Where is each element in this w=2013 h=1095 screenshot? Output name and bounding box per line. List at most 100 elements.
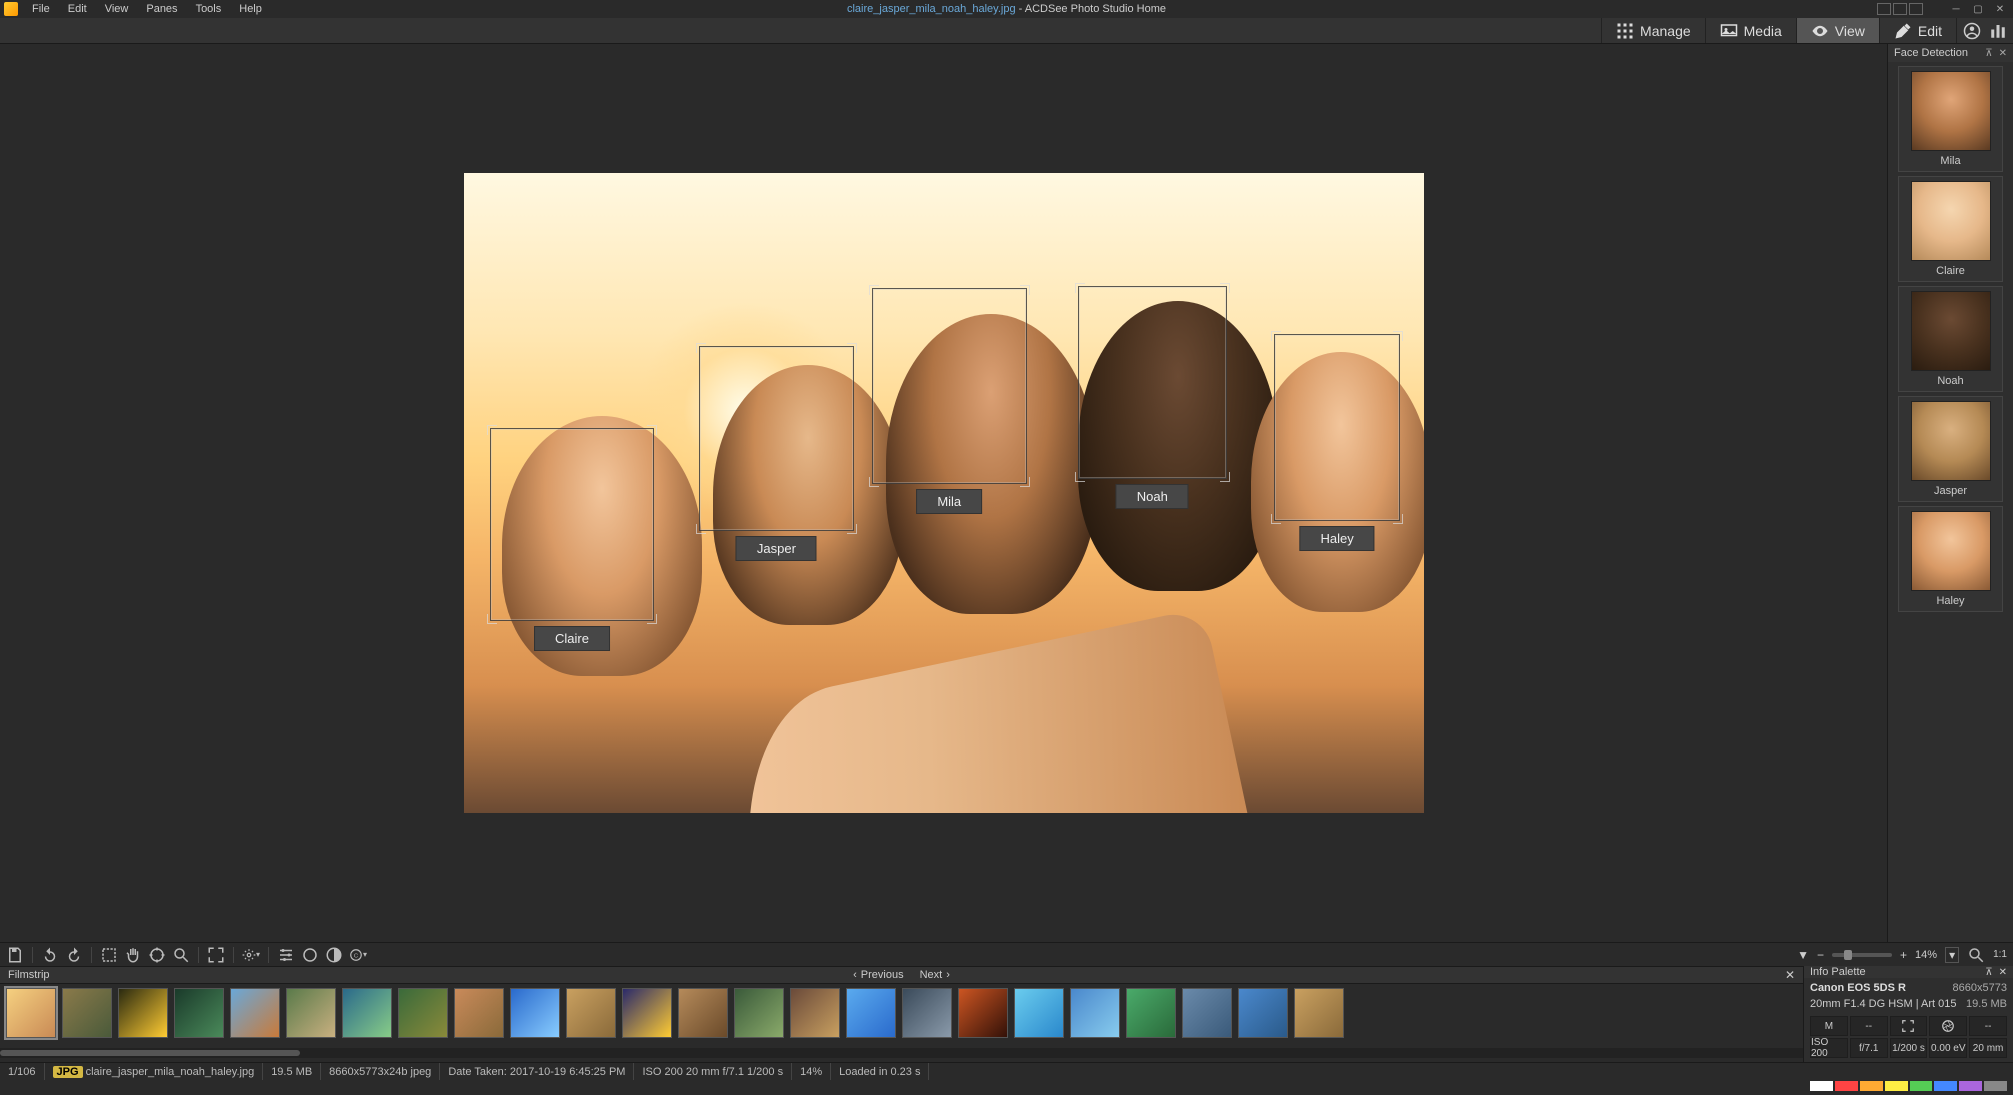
filmstrip-thumb[interactable] bbox=[118, 988, 168, 1038]
scrollbar-thumb[interactable] bbox=[0, 1050, 300, 1056]
target-icon[interactable] bbox=[148, 946, 166, 964]
menu-help[interactable]: Help bbox=[231, 1, 270, 17]
face-name-label[interactable]: Claire bbox=[534, 626, 610, 651]
panel-pin-icon[interactable]: ⊼ bbox=[1985, 967, 1992, 978]
face-name-label[interactable]: Jasper bbox=[736, 536, 817, 561]
filmstrip-thumb[interactable] bbox=[286, 988, 336, 1038]
face-box[interactable]: Haley bbox=[1274, 334, 1401, 521]
face-thumb[interactable]: Jasper bbox=[1898, 396, 2003, 502]
filmstrip-thumb[interactable] bbox=[510, 988, 560, 1038]
gear-icon[interactable]: ▾ bbox=[242, 946, 260, 964]
face-name-label[interactable]: Noah bbox=[1116, 484, 1189, 509]
color-swatch[interactable] bbox=[1835, 1081, 1858, 1091]
filmstrip-thumb[interactable] bbox=[1294, 988, 1344, 1038]
filmstrip-next-button[interactable]: Next › bbox=[920, 969, 950, 981]
zoom-fit-icon[interactable] bbox=[1967, 946, 1985, 964]
color-swatch[interactable] bbox=[1910, 1081, 1933, 1091]
filmstrip-thumb[interactable] bbox=[398, 988, 448, 1038]
filmstrip-thumb[interactable] bbox=[174, 988, 224, 1038]
filmstrip-thumb[interactable] bbox=[454, 988, 504, 1038]
color-swatch[interactable] bbox=[1885, 1081, 1908, 1091]
filmstrip-thumb[interactable] bbox=[734, 988, 784, 1038]
color-swatch[interactable] bbox=[1934, 1081, 1957, 1091]
mode-manage[interactable]: Manage bbox=[1601, 18, 1705, 43]
zoom-menu-icon[interactable]: ▼ bbox=[1797, 948, 1809, 962]
filmstrip[interactable] bbox=[0, 984, 1803, 1048]
layout-2-icon[interactable] bbox=[1893, 3, 1907, 15]
filmstrip-thumb[interactable] bbox=[342, 988, 392, 1038]
filmstrip-thumb[interactable] bbox=[846, 988, 896, 1038]
filmstrip-thumb[interactable] bbox=[566, 988, 616, 1038]
save-icon[interactable] bbox=[6, 946, 24, 964]
face-thumb[interactable]: Haley bbox=[1898, 506, 2003, 612]
zoom-actual-icon[interactable]: 1:1 bbox=[1993, 949, 2007, 960]
filmstrip-thumb[interactable] bbox=[902, 988, 952, 1038]
zoom-out-icon[interactable]: − bbox=[1817, 948, 1824, 962]
circle-tool-icon[interactable] bbox=[301, 946, 319, 964]
face-thumb[interactable]: Noah bbox=[1898, 286, 2003, 392]
menu-panes[interactable]: Panes bbox=[138, 1, 185, 17]
filmstrip-thumb[interactable] bbox=[6, 988, 56, 1038]
mode-media[interactable]: Media bbox=[1705, 18, 1796, 43]
fullscreen-icon[interactable] bbox=[207, 946, 225, 964]
menu-edit[interactable]: Edit bbox=[60, 1, 95, 17]
layout-1-icon[interactable] bbox=[1877, 3, 1891, 15]
filmstrip-scrollbar[interactable] bbox=[0, 1048, 1803, 1058]
color-swatch[interactable] bbox=[1810, 1081, 1833, 1091]
exposure-icon[interactable] bbox=[325, 946, 343, 964]
face-box[interactable]: Jasper bbox=[699, 346, 855, 532]
face-thumb[interactable]: Mila bbox=[1898, 66, 2003, 172]
minimize-button[interactable]: ─ bbox=[1947, 2, 1965, 16]
mode-view[interactable]: View bbox=[1796, 18, 1879, 43]
layout-3-icon[interactable] bbox=[1909, 3, 1923, 15]
color-swatch[interactable] bbox=[1860, 1081, 1883, 1091]
face-thumb-label: Jasper bbox=[1934, 485, 1967, 497]
zoom-slider[interactable] bbox=[1832, 953, 1892, 957]
filmstrip-thumb[interactable] bbox=[1070, 988, 1120, 1038]
magnify-icon[interactable] bbox=[172, 946, 190, 964]
filmstrip-prev-button[interactable]: ‹ Previous bbox=[853, 969, 903, 981]
filmstrip-thumb[interactable] bbox=[790, 988, 840, 1038]
color-swatch[interactable] bbox=[1984, 1081, 2007, 1091]
panel-close-icon[interactable]: ✕ bbox=[1999, 967, 2007, 978]
filmstrip-close-icon[interactable]: ✕ bbox=[1785, 968, 1795, 982]
filmstrip-thumb[interactable] bbox=[958, 988, 1008, 1038]
menu-tools[interactable]: Tools bbox=[188, 1, 230, 17]
zoom-in-icon[interactable]: + bbox=[1900, 948, 1907, 962]
filmstrip-thumb[interactable] bbox=[678, 988, 728, 1038]
panel-close-icon[interactable]: ✕ bbox=[1999, 48, 2007, 59]
select-icon[interactable] bbox=[100, 946, 118, 964]
image-viewer[interactable]: ClaireJasperMilaNoahHaley bbox=[0, 44, 1887, 942]
filmstrip-thumb[interactable] bbox=[62, 988, 112, 1038]
zoom-dropdown-icon[interactable]: ▾ bbox=[1945, 947, 1959, 963]
face-name-label[interactable]: Haley bbox=[1299, 526, 1374, 551]
filmstrip-thumb[interactable] bbox=[1182, 988, 1232, 1038]
face-box[interactable]: Noah bbox=[1078, 286, 1227, 479]
account-icon[interactable] bbox=[1963, 22, 1981, 40]
filmstrip-thumb[interactable] bbox=[1238, 988, 1288, 1038]
filmstrip-thumb[interactable] bbox=[1014, 988, 1064, 1038]
rotate-right-icon[interactable] bbox=[65, 946, 83, 964]
filmstrip-thumb[interactable] bbox=[230, 988, 280, 1038]
face-box[interactable]: Mila bbox=[872, 288, 1028, 484]
hand-icon[interactable] bbox=[124, 946, 142, 964]
mode-edit[interactable]: Edit bbox=[1879, 18, 1956, 43]
face-thumb[interactable]: Claire bbox=[1898, 176, 2003, 282]
panel-pin-icon[interactable]: ⊼ bbox=[1985, 48, 1992, 59]
sliders-icon[interactable] bbox=[277, 946, 295, 964]
maximize-button[interactable]: ▢ bbox=[1969, 2, 1987, 16]
face-name-label[interactable]: Mila bbox=[916, 489, 982, 514]
zoom-handle[interactable] bbox=[1844, 950, 1852, 960]
filmstrip-thumb[interactable] bbox=[622, 988, 672, 1038]
dashboard-icon[interactable] bbox=[1989, 22, 2007, 40]
rotate-left-icon[interactable] bbox=[41, 946, 59, 964]
menu-view[interactable]: View bbox=[97, 1, 137, 17]
filmstrip-thumb[interactable] bbox=[1126, 988, 1176, 1038]
copyright-icon[interactable]: C▾ bbox=[349, 946, 367, 964]
face-box[interactable]: Claire bbox=[490, 428, 653, 621]
close-button[interactable]: ✕ bbox=[1991, 2, 2009, 16]
menu-file[interactable]: File bbox=[24, 1, 58, 17]
grid-icon bbox=[1616, 22, 1634, 40]
app-logo-icon bbox=[4, 2, 18, 16]
color-swatch[interactable] bbox=[1959, 1081, 1982, 1091]
